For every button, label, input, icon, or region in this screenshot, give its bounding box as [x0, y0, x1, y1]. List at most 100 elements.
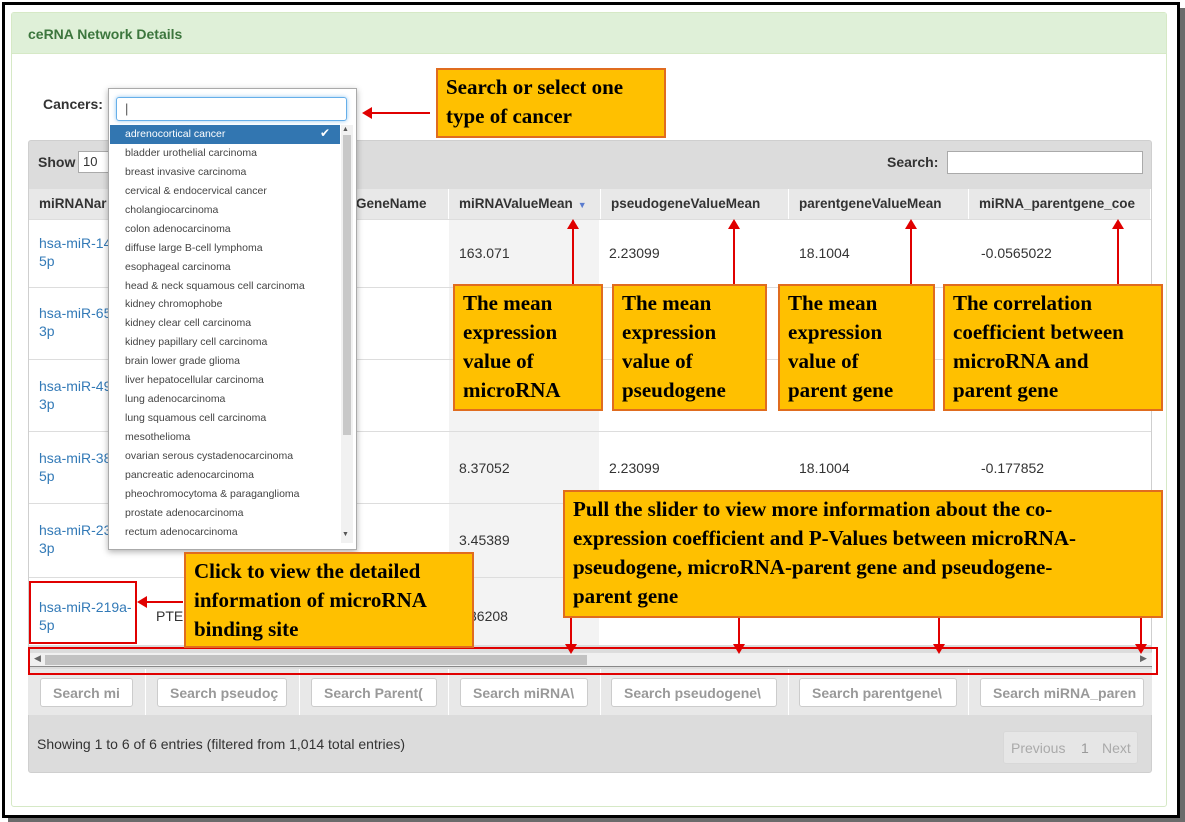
col-header-mirna-mean-label: miRNAValueMean: [459, 196, 573, 211]
arrow-mirna-mean: [567, 219, 579, 284]
callout-line: value of: [463, 349, 534, 373]
col-header-mirna-mean[interactable]: miRNAValueMean ▼: [449, 189, 601, 219]
cancer-option-label: pheochromocytoma & paraganglioma: [125, 487, 300, 500]
cancer-option-label: rectum adenocarcinoma: [125, 525, 238, 538]
dropdown-scrollbar[interactable]: ▲ ▼: [341, 125, 353, 543]
cancer-option[interactable]: diffuse large B-cell lymphoma: [110, 239, 340, 258]
cancer-search-input[interactable]: |: [116, 97, 347, 121]
arrow-to-dropdown: [362, 107, 430, 119]
parent-mean-cell: 18.1004: [799, 245, 850, 261]
cancer-option-label: esophageal carcinoma: [125, 260, 231, 273]
mirna-link[interactable]: hsa-miR-49 3p: [39, 377, 111, 413]
mirna-link[interactable]: hsa-miR-14 5p: [39, 234, 111, 270]
filter-parent-mean[interactable]: Search parentgene\: [799, 678, 957, 707]
cancer-option-label: ovarian serous cystadenocarcinoma: [125, 449, 294, 462]
col-header-coe[interactable]: miRNA_parentgene_coe: [969, 189, 1151, 219]
cancer-option[interactable]: colon adenocarcinoma: [110, 220, 340, 239]
cancer-option[interactable]: breast invasive carcinoma: [110, 163, 340, 182]
mirna-name-line2: 5p: [39, 468, 55, 484]
filter-separator: [448, 669, 449, 715]
slider-highlight-box: [28, 647, 1158, 675]
col-header-pseudo-mean[interactable]: pseudogeneValueMean: [601, 189, 789, 219]
arrow-pseudo-mean: [728, 219, 740, 284]
cancer-option[interactable]: pheochromocytoma & paraganglioma: [110, 485, 340, 504]
callout-line: parent gene: [953, 378, 1059, 402]
cancer-option-label: adrenocortical cancer: [125, 128, 226, 140]
cancer-option-label: liver hepatocellular carcinoma: [125, 374, 264, 387]
cancer-option[interactable]: pancreatic adenocarcinoma: [110, 466, 340, 485]
filter-pseudo-mean[interactable]: Search pseudogene\: [611, 678, 777, 707]
cancer-option-label: cholangiocarcinoma: [125, 203, 219, 216]
pagination: Previous 1 Next: [1003, 731, 1138, 764]
cancer-option[interactable]: mesothelioma: [110, 428, 340, 447]
callout-line: Pull the slider to view more information…: [573, 497, 1053, 521]
cancer-option[interactable]: prostate adenocarcinoma: [110, 504, 340, 523]
cancer-option[interactable]: bladder urothelial carcinoma: [110, 144, 340, 163]
arrow-slider: [733, 618, 745, 654]
callout-line: The mean: [463, 291, 553, 315]
filter-separator: [145, 669, 146, 715]
cancer-option-label: prostate adenocarcinoma: [125, 506, 244, 519]
filter-pseudogene-name[interactable]: Search pseudoç: [157, 678, 287, 707]
cancer-option[interactable]: cervical & endocervical cancer: [110, 182, 340, 201]
dropdown-scroll-thumb[interactable]: [343, 135, 351, 435]
next-button[interactable]: Next: [1102, 740, 1131, 756]
cancer-option[interactable]: rectum adenocarcinoma: [110, 523, 340, 542]
scroll-down-icon[interactable]: ▼: [342, 531, 349, 538]
callout-line: Click to view the detailed: [194, 559, 421, 583]
cancer-option[interactable]: kidney chromophobe: [110, 295, 340, 314]
mirna-name-line1: hsa-miR-65: [39, 305, 112, 321]
arrow-slider: [1135, 618, 1147, 654]
page-1-button[interactable]: 1: [1081, 740, 1089, 756]
filter-parentgene-name[interactable]: Search Parent(: [311, 678, 437, 707]
callout-parent-mean: The mean expression value of parent gene: [778, 284, 935, 411]
callout-line: expression: [788, 320, 883, 344]
cancer-option[interactable]: brain lower grade glioma: [110, 352, 340, 371]
mirna-link[interactable]: hsa-miR-65 3p: [39, 304, 111, 340]
filter-mirna-name[interactable]: Search mi: [40, 678, 133, 707]
callout-mirna-mean: The mean expression value of microRNA: [453, 284, 603, 411]
cancer-option-label: kidney papillary cell carcinoma: [125, 336, 268, 349]
cancer-option[interactable]: head & neck squamous cell carcinoma: [110, 277, 340, 296]
callout-line: binding site: [194, 617, 299, 641]
callout-line: parent gene: [788, 378, 894, 402]
callout-correlation: The correlation coefficient between micr…: [943, 284, 1163, 411]
cancer-option[interactable]: kidney clear cell carcinoma: [110, 314, 340, 333]
mirna-name-line1: hsa-miR-14: [39, 235, 112, 251]
mirna-link[interactable]: hsa-miR-38 5p: [39, 449, 111, 485]
cancer-option[interactable]: lung adenocarcinoma: [110, 390, 340, 409]
cancer-option[interactable]: lung squamous cell carcinoma: [110, 409, 340, 428]
cancer-option[interactable]: cholangiocarcinoma: [110, 201, 340, 220]
previous-button[interactable]: Previous: [1011, 740, 1065, 756]
checkmark-icon: ✔: [319, 126, 330, 140]
cancer-option-label: breast invasive carcinoma: [125, 165, 247, 178]
callout-line: value of: [788, 349, 859, 373]
scroll-up-icon[interactable]: ▲: [342, 126, 349, 133]
callout-line: parent gene: [573, 584, 679, 608]
col-header-parent-mean[interactable]: parentgeneValueMean: [789, 189, 969, 219]
cancer-option[interactable]: liver hepatocellular carcinoma: [110, 371, 340, 390]
cancer-option-label: bladder urothelial carcinoma: [125, 146, 257, 159]
cancer-option-label: pancreatic adenocarcinoma: [125, 468, 254, 481]
cancer-option[interactable]: adrenocortical cancer ✔: [110, 125, 340, 144]
callout-line: The mean: [622, 291, 712, 315]
cancer-option[interactable]: kidney papillary cell carcinoma: [110, 333, 340, 352]
mirna-link[interactable]: hsa-miR-23 3p: [39, 521, 111, 557]
mirna-name-line2: 5p: [39, 253, 55, 269]
arrow-slider: [565, 618, 577, 654]
filter-mirna-mean[interactable]: Search miRNA\: [460, 678, 588, 707]
callout-binding-site: Click to view the detailed information o…: [184, 552, 474, 648]
cancer-option-label: cervical & endocervical cancer: [125, 184, 267, 197]
callout-line: microRNA and: [953, 349, 1089, 373]
cancer-option[interactable]: esophageal carcinoma: [110, 258, 340, 277]
arrow-slider: [933, 618, 945, 654]
mirna-name-line2: 3p: [39, 540, 55, 556]
filter-coe[interactable]: Search miRNA_paren: [980, 678, 1144, 707]
table-info: Showing 1 to 6 of 6 entries (filtered fr…: [37, 736, 406, 752]
table-search-input[interactable]: [947, 151, 1143, 174]
column-filter-row: Search mi Search pseudoç Search Parent( …: [28, 669, 1152, 715]
mirna-name-line1: hsa-miR-38: [39, 450, 112, 466]
cancer-option[interactable]: ovarian serous cystadenocarcinoma: [110, 447, 340, 466]
mirna-name-line1: hsa-miR-23: [39, 522, 112, 538]
cancer-option-label: kidney clear cell carcinoma: [125, 317, 252, 330]
